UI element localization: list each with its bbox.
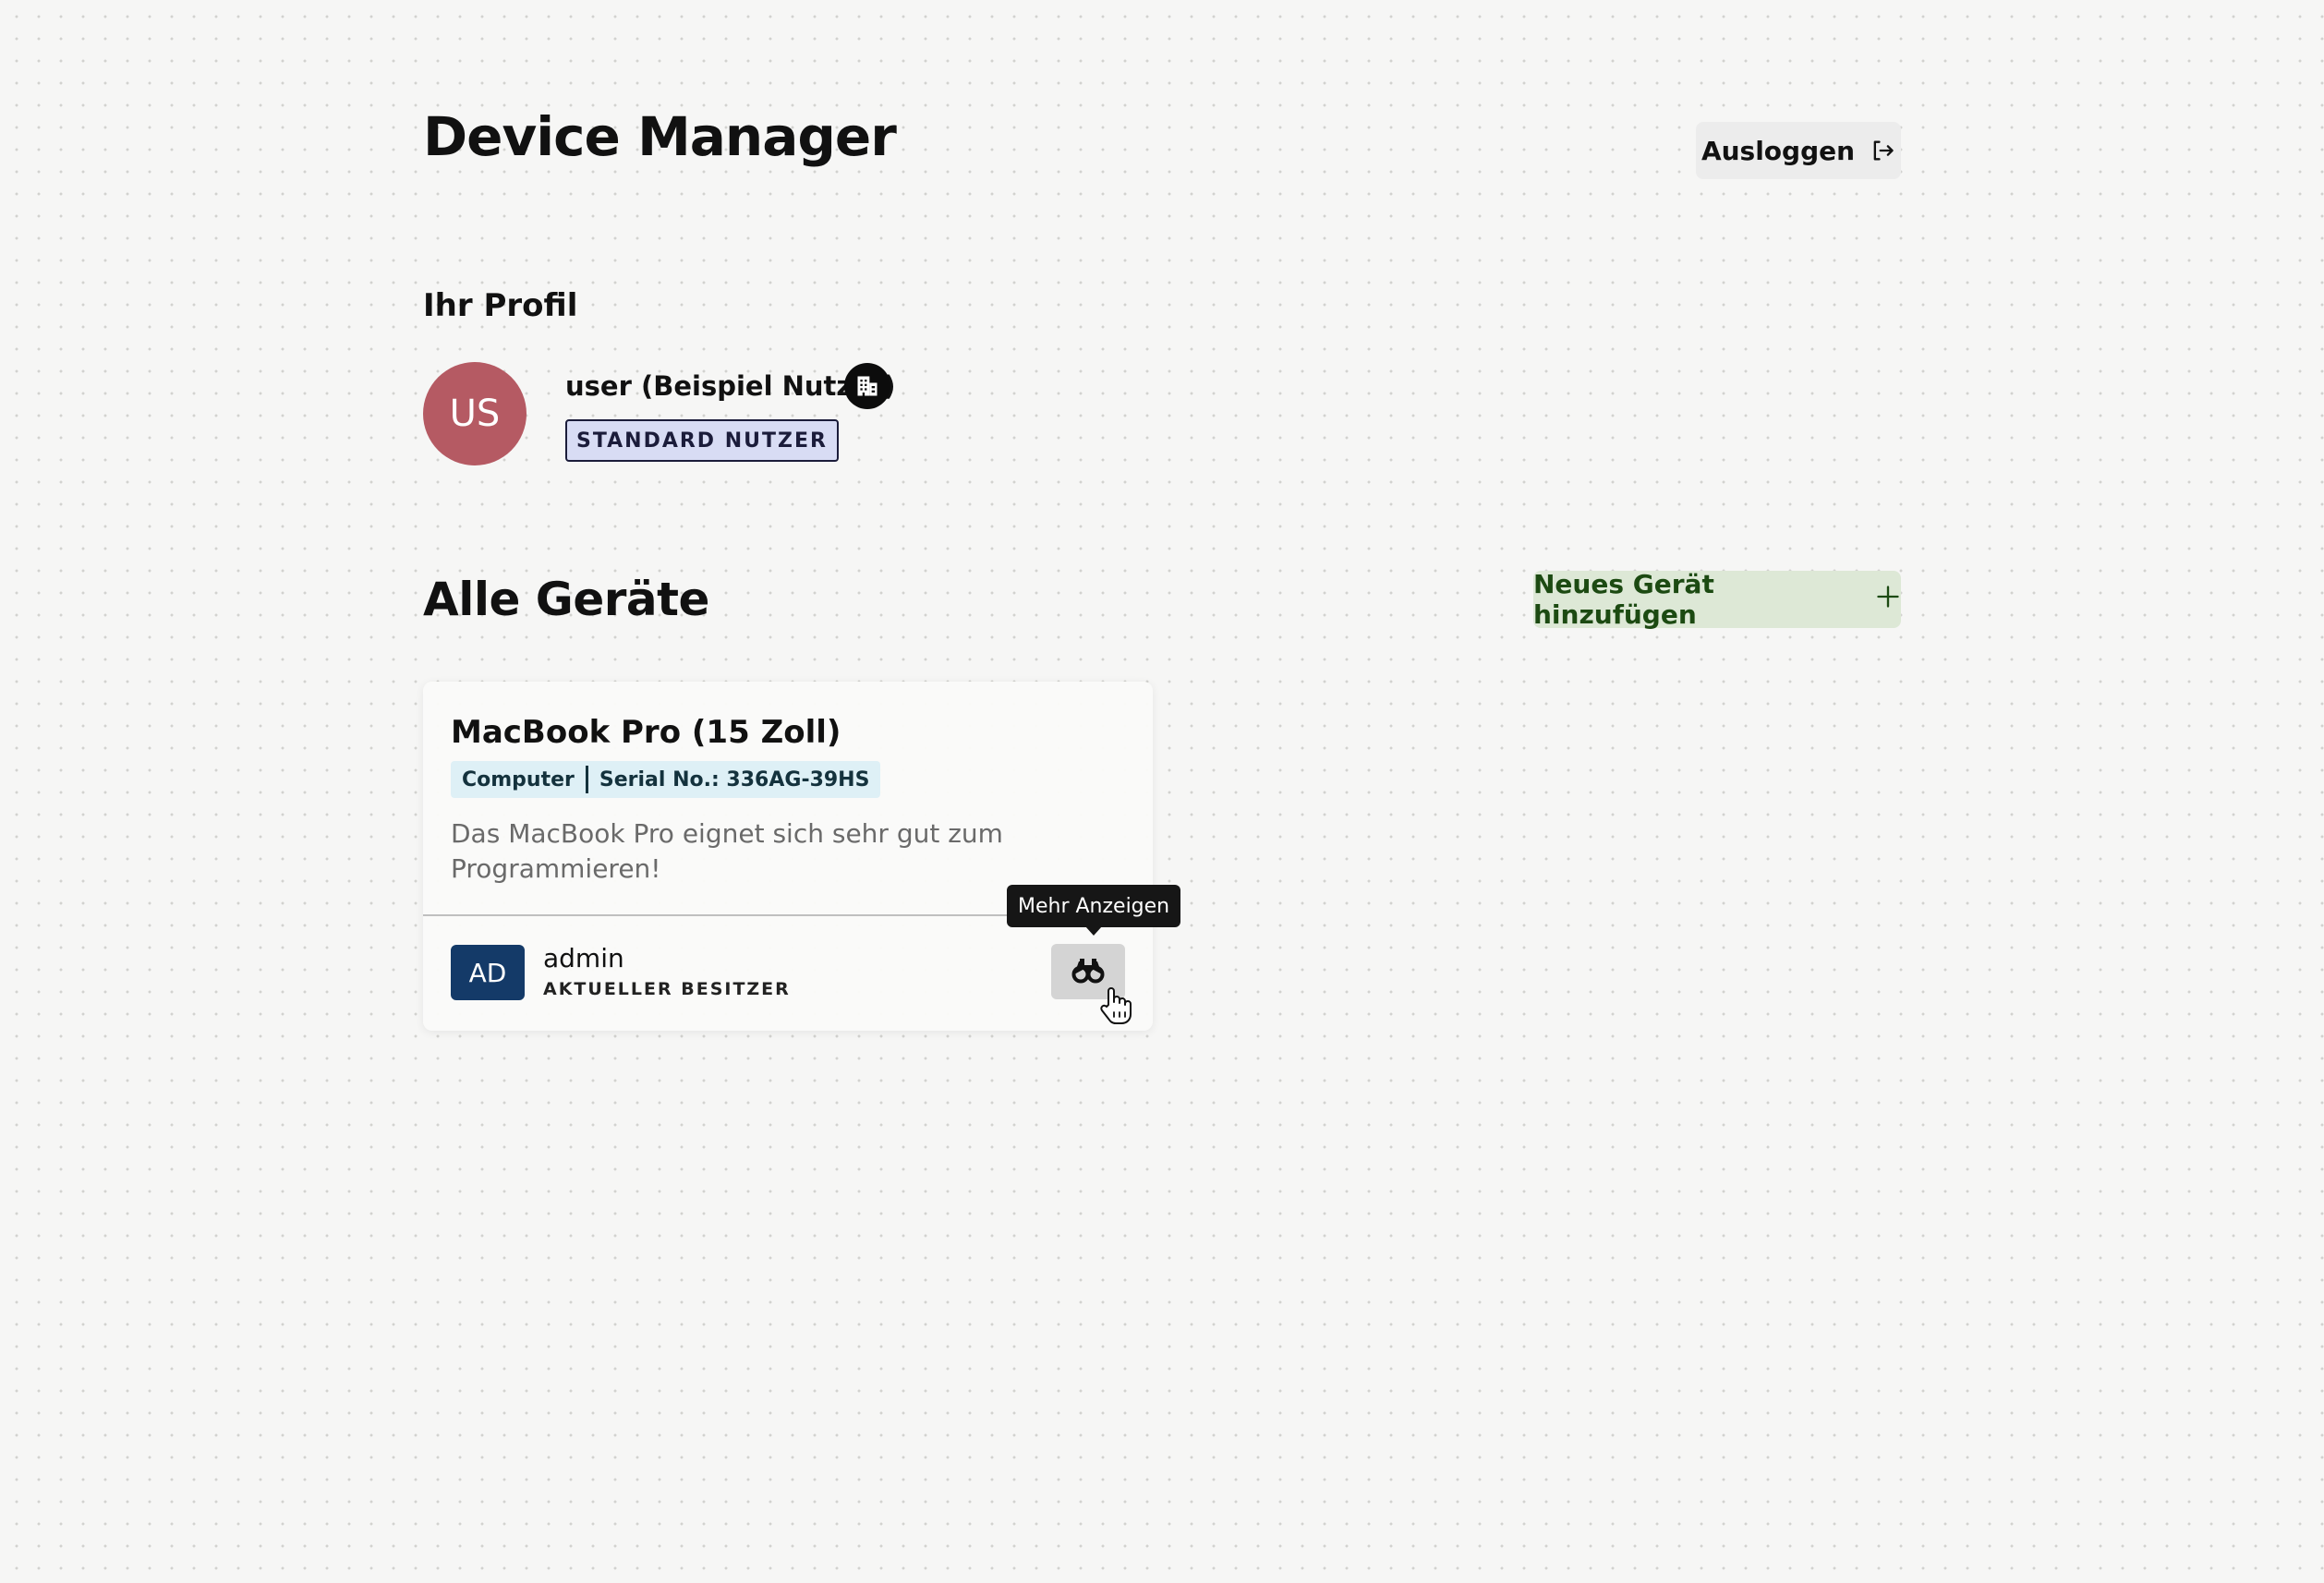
- meta-divider: [585, 766, 588, 793]
- role-badge: STANDARD NUTZER: [565, 419, 839, 462]
- logout-button[interactable]: Ausloggen: [1696, 122, 1901, 179]
- binoculars-icon: [1071, 956, 1105, 987]
- logout-label: Ausloggen: [1701, 135, 1856, 166]
- owner-label: AKTUELLER BESITZER: [543, 979, 791, 999]
- device-category: Computer: [462, 767, 575, 792]
- devices-section-title: Alle Geräte: [423, 573, 709, 626]
- page-title: Device Manager: [423, 105, 897, 168]
- device-serial: Serial No.: 336AG-39HS: [599, 767, 870, 792]
- device-meta-badge: Computer Serial No.: 336AG-39HS: [451, 761, 881, 798]
- device-name: MacBook Pro (15 Zoll): [451, 714, 841, 751]
- building-icon[interactable]: [844, 363, 890, 409]
- plus-icon: [1875, 584, 1901, 616]
- add-device-label: Neues Gerät hinzufügen: [1533, 569, 1714, 630]
- avatar: US: [423, 362, 527, 465]
- logout-icon: [1870, 138, 1895, 163]
- owner-name: admin: [543, 943, 624, 973]
- view-tooltip: Mehr Anzeigen: [1007, 885, 1181, 936]
- add-device-button[interactable]: Neues Gerät hinzufügen: [1533, 569, 1901, 630]
- owner-avatar: AD: [451, 945, 525, 1000]
- device-card: MacBook Pro (15 Zoll) Computer Serial No…: [423, 682, 1153, 1031]
- hand-cursor-icon: [1099, 986, 1132, 1025]
- profile-section-title: Ihr Profil: [423, 287, 578, 324]
- device-description: Das MacBook Pro eignet sich sehr gut zum…: [451, 818, 1003, 884]
